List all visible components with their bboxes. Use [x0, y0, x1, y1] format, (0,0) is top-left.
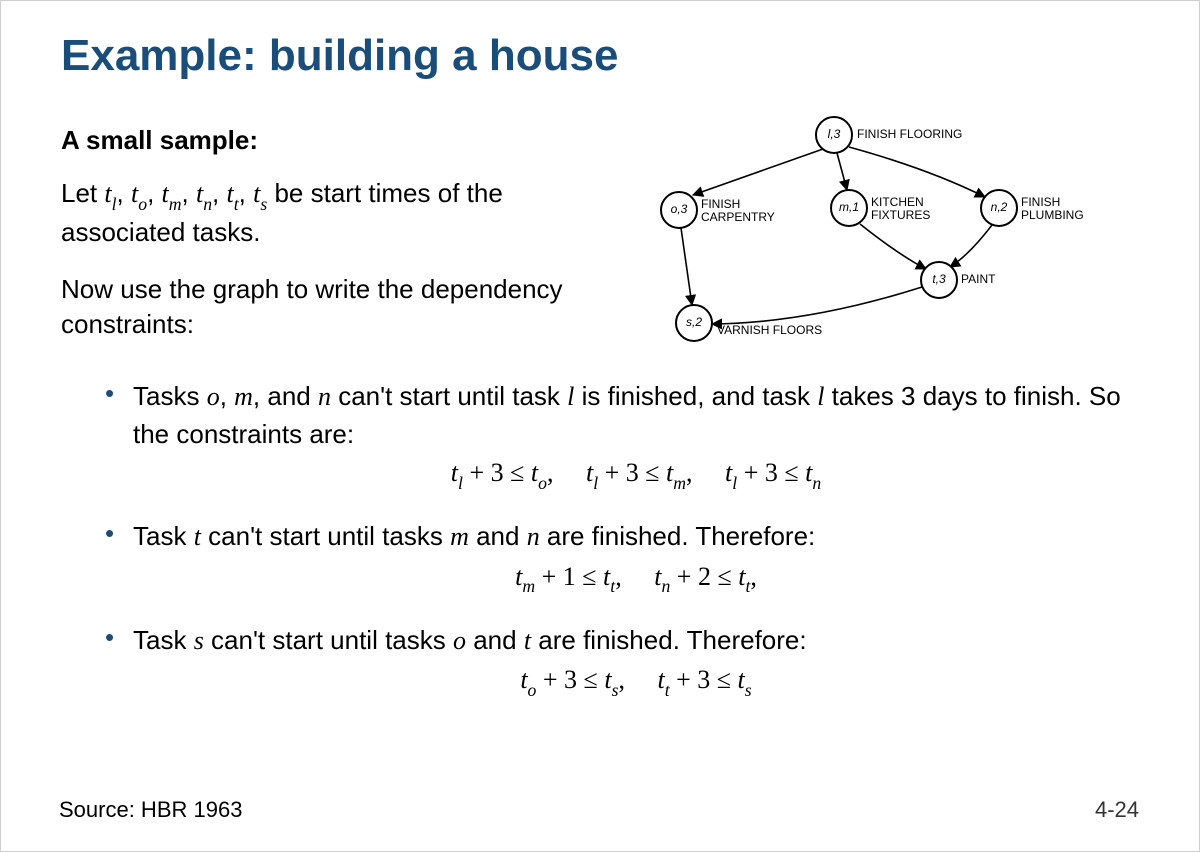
constraint-list: Tasks o, m, and n can't start until task…	[105, 378, 1139, 699]
edge-l-m	[837, 153, 847, 190]
dependency-graph: l,3 FINISH FLOORING o,3 FINISH CARPENTRY…	[609, 105, 1139, 345]
edge-o-s	[681, 228, 692, 305]
var-t-t: tt	[227, 179, 239, 208]
node-id: n,2	[991, 200, 1008, 214]
bullet-1-math: tl + 3 ≤ to, tl + 3 ≤ tm, tl + 3 ≤ tn	[133, 458, 1139, 492]
paragraph-1: Let tl, to, tm, tn, tt, ts be start time…	[61, 176, 589, 250]
slide: Example: building a house A small sample…	[0, 0, 1200, 852]
var-t-l: tl	[104, 179, 116, 208]
source-citation: Source: HBR 1963	[59, 797, 242, 823]
node-label-line1: KITCHEN	[871, 195, 924, 209]
var-t-s: ts	[253, 179, 267, 208]
node-label: FINISH FLOORING	[857, 127, 962, 141]
edge-l-o	[693, 149, 823, 195]
node-label-line1: FINISH	[1021, 195, 1060, 209]
node-n2: n,2 FINISH PLUMBING	[981, 190, 1084, 226]
node-s2: s,2 VARNISH FLOORS	[676, 305, 822, 341]
page-number: 4-24	[1095, 797, 1139, 823]
node-id: o,3	[671, 202, 688, 216]
node-id: s,2	[686, 315, 702, 329]
bullet-1: Tasks o, m, and n can't start until task…	[105, 378, 1139, 492]
bullet-3-math: to + 3 ≤ ts, tt + 3 ≤ ts	[133, 665, 1139, 699]
node-m1: m,1 KITCHEN FIXTURES	[831, 190, 930, 226]
node-label-line2: CARPENTRY	[701, 210, 775, 224]
edge-t-s	[712, 287, 922, 324]
node-t3: t,3 PAINT	[921, 262, 996, 298]
bullet-3: Task s can't start until tasks o and t a…	[105, 622, 1139, 700]
node-label-line1: FINISH	[701, 197, 740, 211]
subheading: A small sample:	[61, 125, 589, 156]
slide-title: Example: building a house	[61, 31, 1139, 81]
node-label-line2: FIXTURES	[871, 208, 930, 222]
node-label-line2: PLUMBING	[1021, 208, 1084, 222]
node-label: PAINT	[961, 272, 996, 286]
edge-m-t	[860, 224, 926, 269]
top-row: A small sample: Let tl, to, tm, tn, tt, …	[61, 111, 1139, 364]
edge-n-t	[950, 225, 992, 267]
node-id: m,1	[839, 200, 859, 214]
node-l3: l,3 FINISH FLOORING	[816, 117, 962, 153]
edge-l-n	[849, 147, 985, 197]
intro-text: A small sample: Let tl, to, tm, tn, tt, …	[61, 111, 609, 364]
text: be start times of the associated tasks.	[61, 178, 503, 247]
paragraph-2: Now use the graph to write the dependenc…	[61, 272, 589, 342]
var-t-n: tn	[196, 179, 212, 208]
var-t-o: to	[131, 179, 147, 208]
bullet-2-math: tm + 1 ≤ tt, tn + 2 ≤ tt,	[133, 562, 1139, 596]
bullet-2-text: Task t can't start until tasks m and n a…	[133, 518, 1139, 555]
node-id: t,3	[932, 272, 946, 286]
node-id: l,3	[828, 127, 841, 141]
node-o3: o,3 FINISH CARPENTRY	[661, 192, 775, 228]
bullet-3-text: Task s can't start until tasks o and t a…	[133, 622, 1139, 659]
text: Let	[61, 178, 104, 208]
bullet-2: Task t can't start until tasks m and n a…	[105, 518, 1139, 596]
bullet-1-text: Tasks o, m, and n can't start until task…	[133, 378, 1139, 452]
var-t-m: tm	[162, 179, 182, 208]
node-label: VARNISH FLOORS	[717, 323, 822, 337]
